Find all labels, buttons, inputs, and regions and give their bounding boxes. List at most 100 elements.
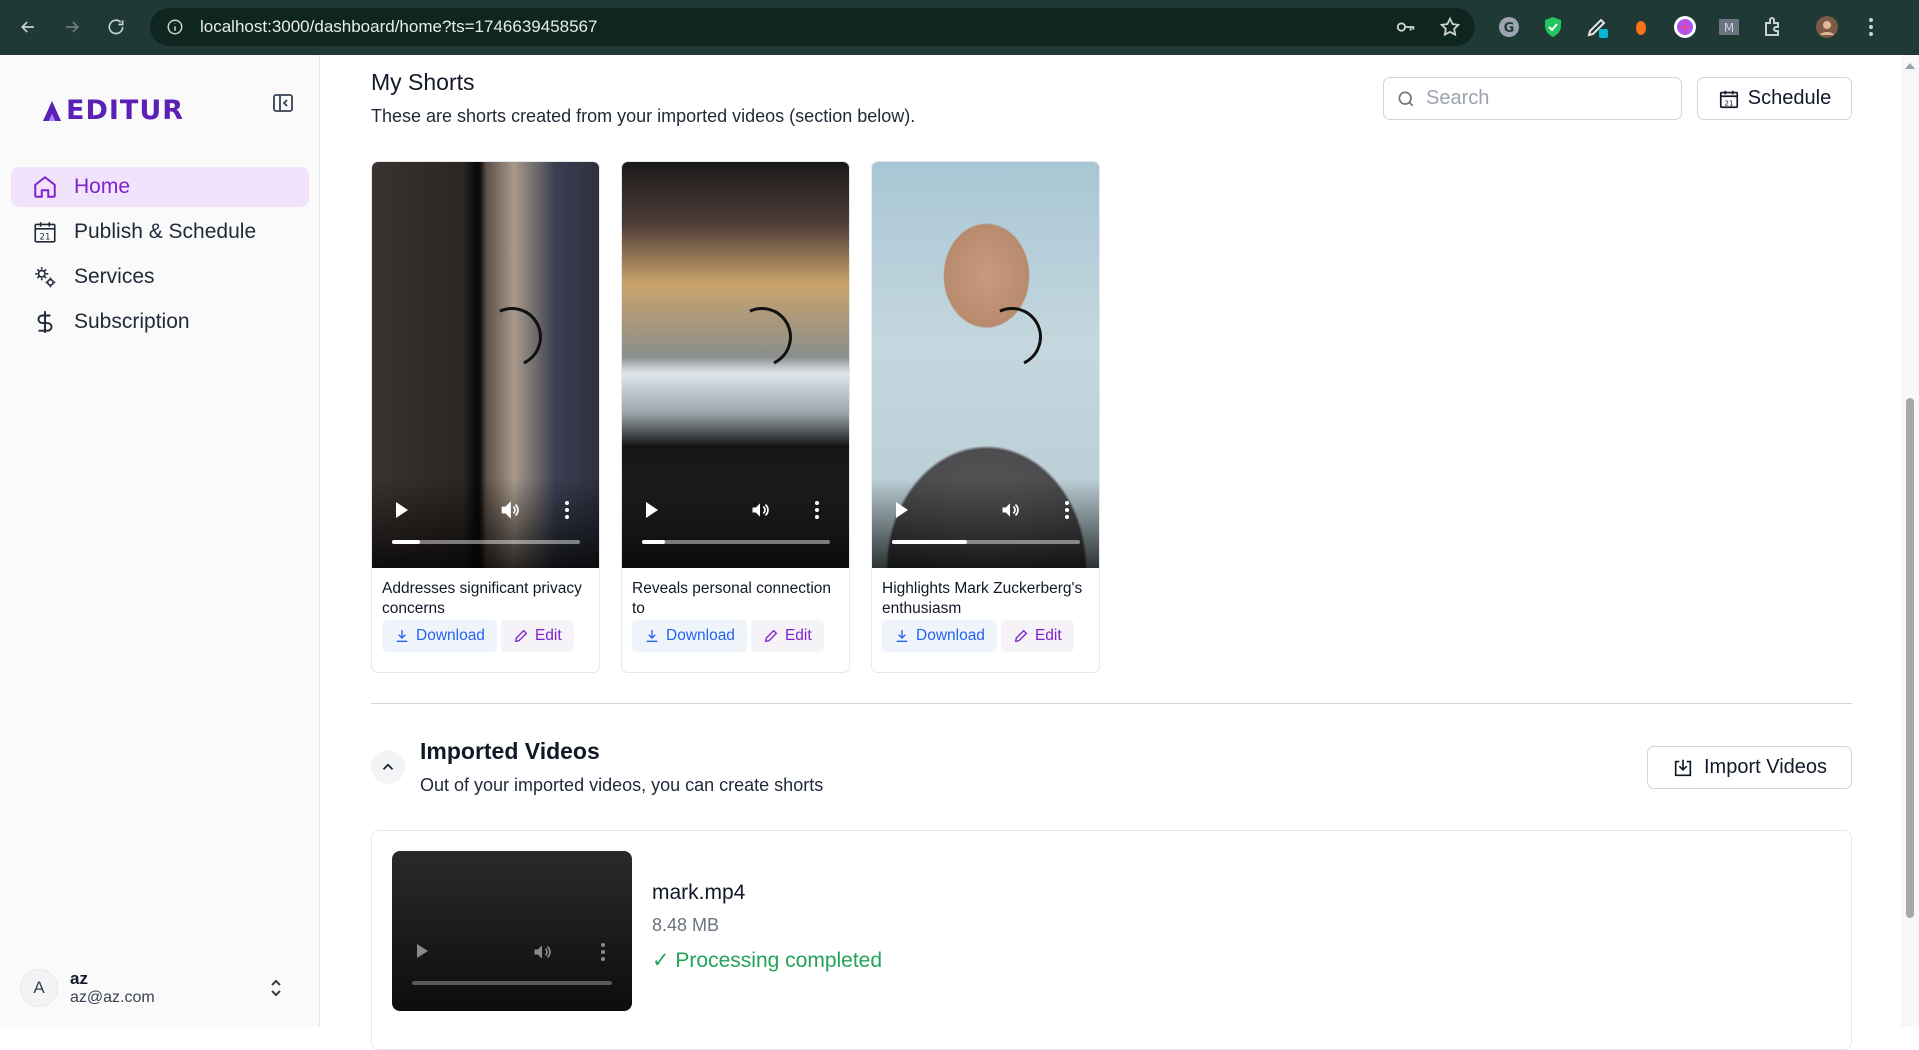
site-info-icon[interactable] — [164, 16, 186, 38]
video-progress-bar[interactable] — [892, 540, 1080, 544]
user-menu[interactable]: A az az@az.com — [20, 963, 300, 1013]
loading-spinner — [723, 298, 801, 376]
sidebar-item-home[interactable]: Home — [11, 167, 309, 207]
video-progress-bar[interactable] — [642, 540, 830, 544]
m-extension-icon[interactable]: M — [1714, 12, 1744, 42]
short-video-player[interactable] — [622, 162, 849, 568]
svg-text:21: 21 — [1724, 98, 1733, 107]
sidebar-nav: Home 21 Publish & Schedule Services Subs… — [11, 167, 309, 347]
import-videos-button[interactable]: Import Videos — [1647, 746, 1852, 789]
video-progress-fill — [892, 540, 968, 544]
collapse-imported-button[interactable] — [371, 750, 405, 784]
browser-toolbar: localhost:3000/dashboard/home?ts=1746639… — [0, 0, 1919, 55]
brain-extension-icon[interactable] — [1670, 12, 1700, 42]
edit-label: Edit — [534, 627, 562, 644]
chevron-up-icon — [382, 763, 394, 770]
sidebar-item-label: Subscription — [74, 310, 190, 333]
grammarly-extension-icon[interactable]: G — [1494, 12, 1524, 42]
loading-spinner — [973, 298, 1051, 376]
pencil-icon — [764, 629, 778, 643]
short-video-player[interactable] — [872, 162, 1099, 568]
url-text[interactable]: localhost:3000/dashboard/home?ts=1746639… — [200, 17, 597, 37]
pencil-icon — [1014, 629, 1028, 643]
more-options-icon[interactable] — [600, 942, 606, 962]
page-subtitle: These are shorts created from your impor… — [371, 106, 916, 126]
more-options-icon[interactable] — [564, 500, 570, 520]
password-key-icon[interactable] — [1395, 16, 1417, 43]
sidebar-item-subscription[interactable]: Subscription — [11, 302, 309, 342]
play-icon[interactable] — [646, 502, 658, 518]
more-options-icon[interactable] — [1064, 500, 1070, 520]
video-progress-bar[interactable] — [392, 540, 580, 544]
short-title: Reveals personal connection to — [632, 580, 832, 617]
processing-status: ✓ Processing completed — [652, 949, 883, 972]
logo-mark-icon — [43, 100, 61, 121]
svg-text:21: 21 — [39, 233, 50, 243]
pencil-icon — [514, 629, 528, 643]
imported-videos-title: Imported Videos — [420, 738, 600, 764]
forward-icon[interactable] — [54, 9, 90, 45]
edit-label: Edit — [784, 627, 812, 644]
more-options-icon[interactable] — [814, 500, 820, 520]
download-button[interactable]: Download — [632, 620, 747, 652]
download-icon — [646, 630, 658, 642]
calendar-icon: 21 — [34, 222, 56, 243]
avatar: A — [20, 969, 58, 1007]
short-card: Highlights Mark Zuckerberg's enthusiasm … — [871, 161, 1100, 673]
short-title: Highlights Mark Zuckerberg's enthusiasm — [882, 580, 1083, 617]
video-progress-fill — [392, 540, 421, 544]
sidebar-item-services[interactable]: Services — [11, 257, 309, 297]
search-input[interactable] — [1426, 87, 1656, 110]
play-icon[interactable] — [396, 502, 408, 518]
section-divider — [371, 703, 1852, 704]
address-bar[interactable]: localhost:3000/dashboard/home?ts=1746639… — [150, 8, 1475, 46]
download-icon — [896, 630, 908, 642]
imported-video-card: mark.mp4 8.48 MB ✓ Processing completed — [371, 830, 1852, 1050]
short-card: Reveals personal connection to Download … — [621, 161, 850, 673]
volume-icon[interactable] — [500, 500, 520, 520]
gears-icon — [35, 267, 56, 288]
import-videos-label: Import Videos — [1703, 756, 1828, 778]
scroll-up-arrow-icon[interactable] — [1905, 63, 1915, 69]
edit-button[interactable]: Edit — [750, 620, 824, 652]
user-name: az — [70, 969, 88, 988]
file-size: 8.48 MB — [652, 915, 720, 935]
video-progress-bar[interactable] — [412, 981, 612, 985]
edit-button[interactable]: Edit — [1000, 620, 1074, 652]
volume-icon[interactable] — [532, 942, 552, 962]
pen-extension-icon[interactable] — [1582, 12, 1612, 42]
play-icon[interactable] — [417, 944, 428, 958]
page-title: My Shorts — [371, 69, 475, 95]
extensions-puzzle-icon[interactable] — [1758, 12, 1788, 42]
scrollbar-thumb[interactable] — [1906, 398, 1914, 918]
browser-menu-icon[interactable] — [1856, 12, 1886, 42]
orange-extension-icon[interactable] — [1626, 12, 1656, 42]
short-card: Addresses significant privacy concerns D… — [371, 161, 600, 673]
search-icon — [1398, 91, 1414, 106]
shield-extension-icon[interactable] — [1538, 12, 1568, 42]
chevrons-up-down-icon — [271, 979, 281, 997]
calendar-icon: 21 — [1719, 90, 1738, 108]
volume-icon[interactable] — [750, 500, 770, 520]
back-icon[interactable] — [10, 9, 46, 45]
editur-logo[interactable]: EDITUR — [42, 95, 184, 126]
sidebar-item-publish-schedule[interactable]: 21 Publish & Schedule — [11, 212, 309, 252]
import-icon — [1674, 759, 1692, 776]
home-icon — [34, 176, 56, 198]
download-button[interactable]: Download — [882, 620, 997, 652]
edit-label: Edit — [1034, 627, 1062, 644]
imported-video-player[interactable] — [392, 851, 632, 1011]
volume-icon[interactable] — [1000, 500, 1020, 520]
shorts-grid: Addresses significant privacy concerns D… — [371, 161, 1100, 673]
download-button[interactable]: Download — [382, 620, 497, 652]
bookmark-star-icon[interactable] — [1439, 16, 1461, 43]
page-scrollbar[interactable] — [1901, 55, 1919, 1027]
reload-icon[interactable] — [98, 9, 134, 45]
search-field[interactable] — [1383, 77, 1682, 120]
sidebar-collapse-icon[interactable] — [271, 91, 295, 115]
edit-button[interactable]: Edit — [500, 620, 574, 652]
short-video-player[interactable] — [372, 162, 599, 568]
schedule-button[interactable]: 21 Schedule — [1697, 77, 1852, 120]
play-icon[interactable] — [896, 502, 908, 518]
profile-avatar-icon[interactable] — [1812, 12, 1842, 42]
